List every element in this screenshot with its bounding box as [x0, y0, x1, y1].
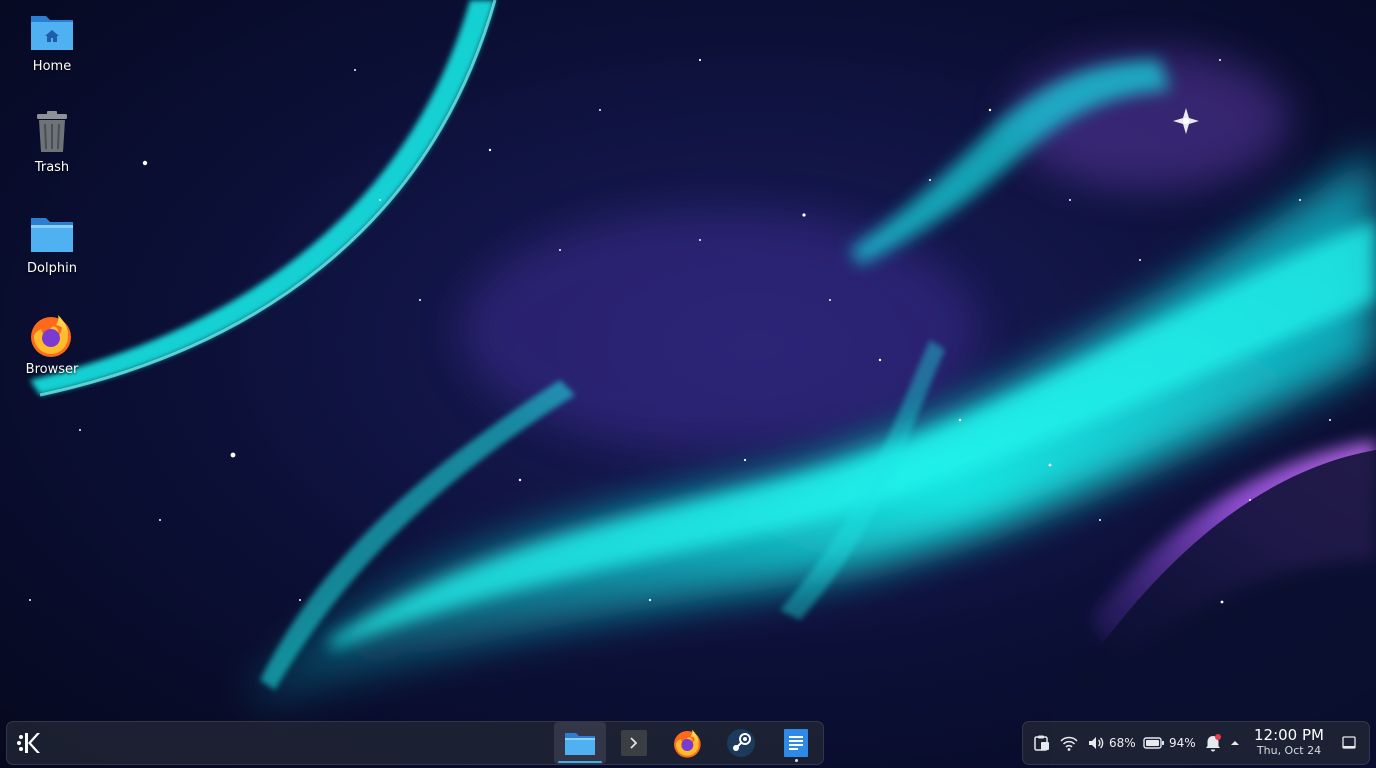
desktop-icon-label: Trash [34, 160, 70, 175]
wifi-icon [1060, 736, 1078, 751]
kde-logo-icon[interactable] [13, 728, 45, 758]
tray-network[interactable] [1059, 722, 1079, 764]
tray-notifications[interactable] [1203, 722, 1223, 764]
task-firefox[interactable] [662, 722, 714, 764]
running-indicator [794, 759, 798, 762]
desktop-icon-dolphin[interactable]: Dolphin [8, 210, 96, 276]
show-desktop-icon [1342, 736, 1356, 749]
desktop-icon-trash[interactable]: Trash [8, 109, 96, 175]
bell-icon [1206, 734, 1221, 752]
desktop-icon-home[interactable]: Home [8, 8, 96, 74]
task-text-editor[interactable] [770, 722, 822, 764]
home-folder-icon [31, 16, 73, 50]
clipboard-icon [1034, 735, 1049, 751]
clock-date: Thu, Oct 24 [1256, 744, 1322, 757]
terminal-icon [621, 730, 647, 756]
desktop-wallpaper [0, 0, 1376, 768]
tray-volume[interactable]: 68% [1087, 722, 1136, 764]
battery-percent: 94% [1169, 736, 1196, 750]
folder-icon [31, 218, 73, 252]
desktop-icon-label: Dolphin [27, 261, 77, 276]
show-desktop-button[interactable] [1341, 722, 1357, 764]
tray-expander[interactable] [1229, 722, 1241, 764]
desktop-icon-label: Home [32, 59, 72, 74]
taskbar-panel [6, 721, 824, 765]
firefox-icon [674, 729, 701, 758]
text-editor-icon [784, 729, 808, 757]
tray-clipboard[interactable] [1033, 722, 1051, 764]
folder-icon [565, 733, 595, 755]
desktop-icon-browser[interactable]: Browser [8, 311, 96, 377]
task-terminal[interactable] [608, 722, 660, 764]
volume-percent: 68% [1109, 736, 1136, 750]
system-tray-panel: 68% 94% 12:00 PM Thu, Oct 24 [1022, 721, 1370, 765]
steam-icon [727, 729, 755, 757]
task-dolphin[interactable] [554, 722, 606, 764]
digital-clock[interactable]: 12:00 PM Thu, Oct 24 [1247, 726, 1331, 758]
speaker-icon [1089, 737, 1104, 749]
battery-icon [1143, 737, 1164, 749]
chevron-up-icon [1231, 741, 1239, 745]
trash-icon [37, 111, 67, 152]
desktop-icon-label: Browser [25, 362, 79, 377]
firefox-icon [31, 315, 71, 357]
task-steam[interactable] [715, 722, 767, 764]
tray-battery[interactable]: 94% [1143, 722, 1196, 764]
clock-time: 12:00 PM [1254, 726, 1324, 744]
